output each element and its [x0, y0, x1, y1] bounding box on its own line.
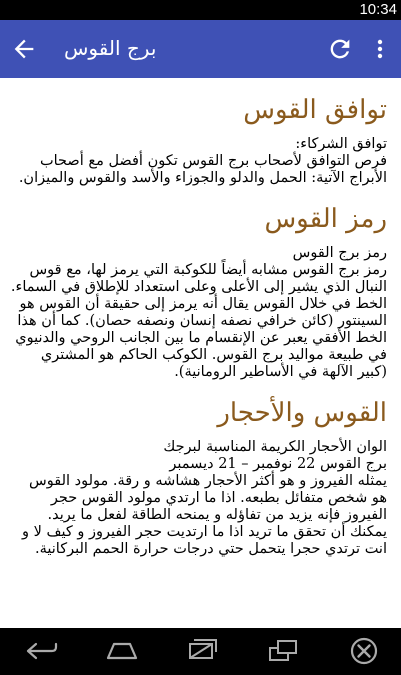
status-bar: 10:34	[0, 0, 401, 20]
arrow-back-icon[interactable]	[10, 35, 38, 63]
section-paragraph: يمثله الفيروز و هو أكثر الأحجار هشاشه و …	[21, 473, 387, 557]
section-symbol: رمز القوس رمز برج القوس رمز برج القوس مش…	[10, 203, 387, 381]
section-paragraph: رمز برج القوس	[292, 245, 387, 261]
nav-screenshot-icon[interactable]	[264, 636, 304, 666]
refresh-icon[interactable]	[326, 35, 354, 63]
nav-home-icon[interactable]	[102, 636, 142, 666]
section-heading: القوس والأحجار	[217, 398, 387, 428]
section-compatibility: توافق القوس توافق الشركاء: فرص التوافق ل…	[10, 94, 387, 187]
section-paragraph: توافق الشركاء:	[295, 136, 387, 152]
app-bar: برج القوس	[0, 20, 401, 78]
nav-back-icon[interactable]	[22, 636, 62, 666]
navigation-bar	[0, 628, 401, 675]
status-time: 10:34	[359, 1, 397, 18]
section-paragraph: رمز برج القوس مشابه أيضاً للكوكبة التي ي…	[10, 262, 387, 380]
nav-recent-apps-icon[interactable]	[182, 636, 222, 666]
page-title: برج القوس	[64, 36, 157, 60]
section-paragraph: فرص التوافق لأصحاب برج القوس تكون أفضل م…	[18, 153, 387, 186]
section-paragraph: برج القوس 22 نوفمبر – 21 ديسمبر	[169, 456, 387, 472]
content-scroll-area[interactable]: توافق القوس توافق الشركاء: فرص التوافق ل…	[0, 78, 401, 628]
more-vert-icon[interactable]	[370, 35, 390, 63]
section-paragraph: الوان الأحجار الكريمة المناسبة لبرجك	[163, 439, 387, 455]
section-stones: القوس والأحجار الوان الأحجار الكريمة الم…	[10, 397, 387, 558]
nav-close-icon[interactable]	[344, 636, 384, 666]
section-heading: توافق القوس	[243, 95, 387, 125]
section-heading: رمز القوس	[264, 204, 387, 234]
